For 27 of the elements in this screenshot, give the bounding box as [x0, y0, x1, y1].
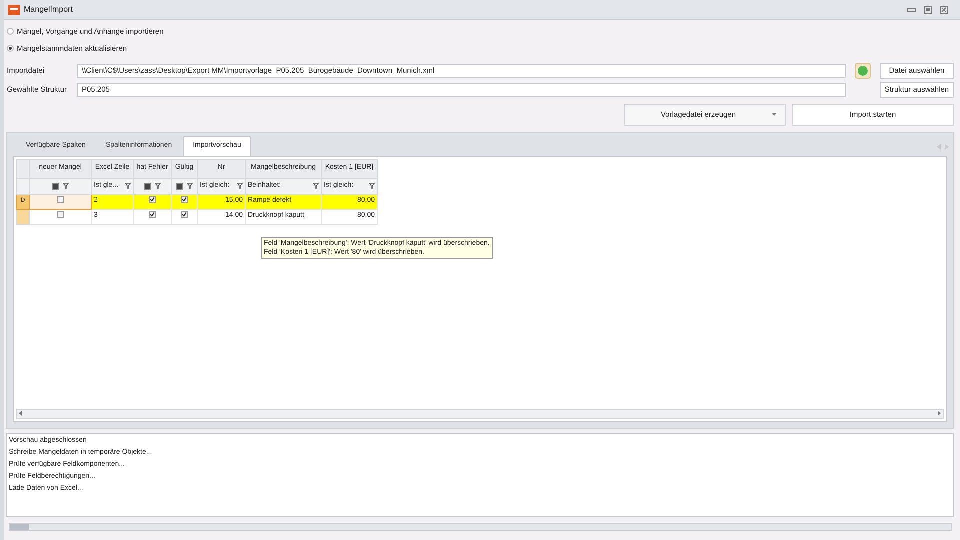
filter-checkbox[interactable]: [176, 182, 183, 190]
close-icon[interactable]: [940, 6, 948, 14]
filter-checkbox[interactable]: [52, 182, 59, 190]
checkbox[interactable]: [57, 196, 64, 203]
checkbox[interactable]: [57, 210, 64, 218]
filter-icon[interactable]: [313, 183, 319, 189]
checkbox[interactable]: [149, 196, 156, 204]
restore-icon[interactable]: [924, 6, 932, 14]
radio-button[interactable]: [7, 28, 14, 36]
filter-icon[interactable]: [125, 183, 131, 189]
scroll-left-icon[interactable]: [19, 411, 22, 416]
filter-checkbox[interactable]: [144, 182, 151, 190]
filter-icon[interactable]: [155, 183, 161, 189]
checkbox[interactable]: [149, 211, 156, 218]
status-ok-icon: [855, 62, 871, 78]
checkbox[interactable]: [181, 211, 188, 218]
app-icon: [8, 4, 20, 14]
caret-icon: [772, 113, 777, 116]
checkbox[interactable]: [181, 196, 188, 204]
radio-button[interactable]: [7, 45, 14, 52]
scroll-right-icon[interactable]: [938, 411, 941, 416]
window-title: MangelImport: [24, 4, 73, 16]
filter-icon[interactable]: [187, 183, 193, 189]
filter-icon[interactable]: [63, 183, 69, 189]
minimize-icon[interactable]: [907, 6, 916, 12]
filter-icon[interactable]: [237, 183, 243, 189]
filter-icon[interactable]: [369, 183, 375, 189]
